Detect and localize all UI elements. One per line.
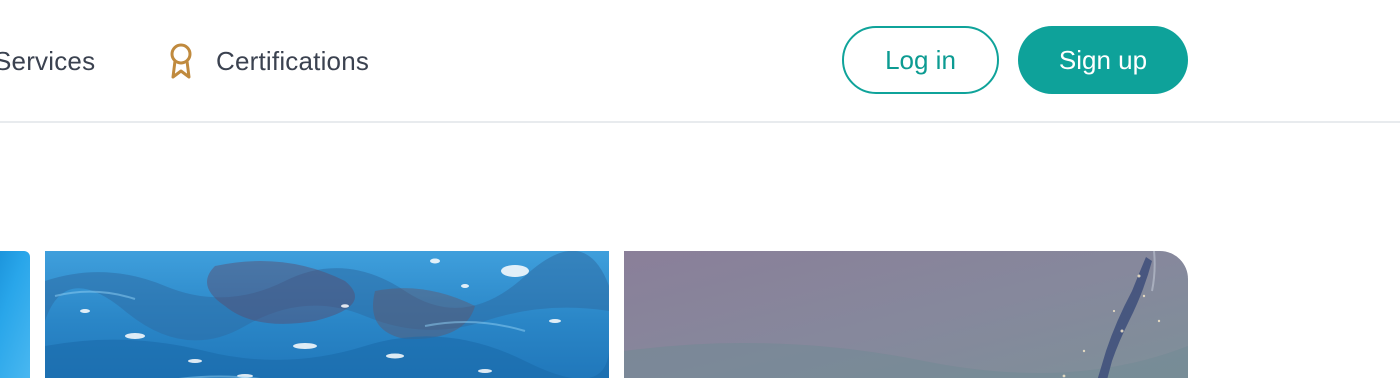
top-navbar: Services Certifications Log in Sign up [0, 0, 1400, 123]
signup-button-label: Sign up [1058, 44, 1148, 75]
gallery-image-water-surface[interactable] [45, 251, 609, 378]
login-button[interactable]: Log in [842, 26, 999, 94]
gallery-image-left[interactable] [0, 251, 30, 378]
nav-link-certifications[interactable]: Certifications [166, 42, 369, 80]
gallery-image-diver[interactable] [624, 251, 1188, 378]
page: Services Certifications Log in Sign up [0, 0, 1400, 378]
award-ribbon-icon [166, 42, 196, 80]
nav-link-services[interactable]: Services [0, 42, 95, 80]
signup-button[interactable]: Sign up [1018, 26, 1188, 94]
nav-services-label: Services [0, 45, 96, 76]
nav-certifications-label: Certifications [216, 45, 370, 76]
login-button-label: Log in [885, 44, 956, 75]
